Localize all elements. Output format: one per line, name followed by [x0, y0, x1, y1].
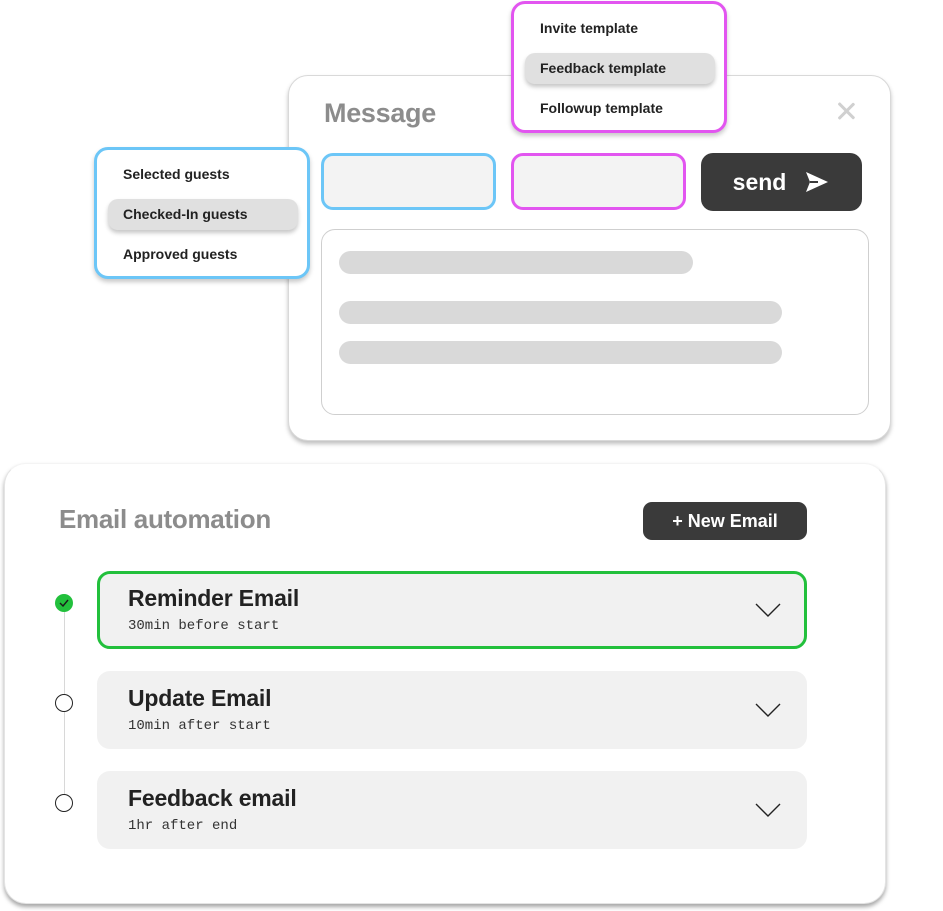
placeholder-line [339, 301, 782, 324]
email-name: Feedback email [128, 785, 297, 811]
email-timing: 30min before start [128, 618, 280, 634]
guests-dropdown: Selected guests Checked-In guests Approv… [94, 147, 310, 279]
chevron-down-icon[interactable] [755, 802, 781, 818]
email-item-reminder[interactable]: Reminder Email 30min before start [97, 571, 807, 649]
send-button-label: send [732, 168, 787, 195]
email-item-update[interactable]: Update Email 10min after start [97, 671, 807, 749]
email-timing: 10min after start [128, 718, 271, 734]
chevron-down-icon[interactable] [755, 702, 781, 718]
step-pending-circle-icon[interactable] [55, 694, 73, 712]
message-body-input[interactable] [321, 229, 869, 415]
send-icon [806, 172, 829, 192]
template-option-invite[interactable]: Invite template [525, 13, 715, 44]
chevron-down-icon[interactable] [755, 602, 781, 618]
step-done-check-icon[interactable] [55, 594, 73, 612]
guests-option-selected[interactable]: Selected guests [108, 159, 298, 190]
automation-title: Email automation [59, 504, 271, 534]
template-option-feedback[interactable]: Feedback template [525, 53, 715, 84]
email-timing: 1hr after end [128, 818, 238, 834]
placeholder-line [339, 251, 693, 274]
check-icon [59, 599, 69, 607]
template-option-followup[interactable]: Followup template [525, 93, 715, 124]
email-automation-panel: Email automation + New Email Reminder Em… [4, 463, 886, 904]
email-item-feedback[interactable]: Feedback email 1hr after end [97, 771, 807, 849]
message-title: Message [324, 98, 436, 128]
placeholder-line [339, 341, 782, 364]
send-button[interactable]: send [701, 153, 862, 211]
close-icon[interactable] [836, 101, 856, 121]
new-email-button[interactable]: + New Email [643, 502, 807, 540]
template-select[interactable] [511, 153, 686, 210]
guests-option-checked-in[interactable]: Checked-In guests [108, 199, 298, 230]
email-name: Update Email [128, 685, 272, 711]
guests-option-approved[interactable]: Approved guests [108, 239, 298, 270]
recipients-select[interactable] [321, 153, 496, 210]
step-pending-circle-icon[interactable] [55, 794, 73, 812]
email-name: Reminder Email [128, 585, 300, 611]
template-dropdown: Invite template Feedback template Follow… [511, 1, 727, 133]
